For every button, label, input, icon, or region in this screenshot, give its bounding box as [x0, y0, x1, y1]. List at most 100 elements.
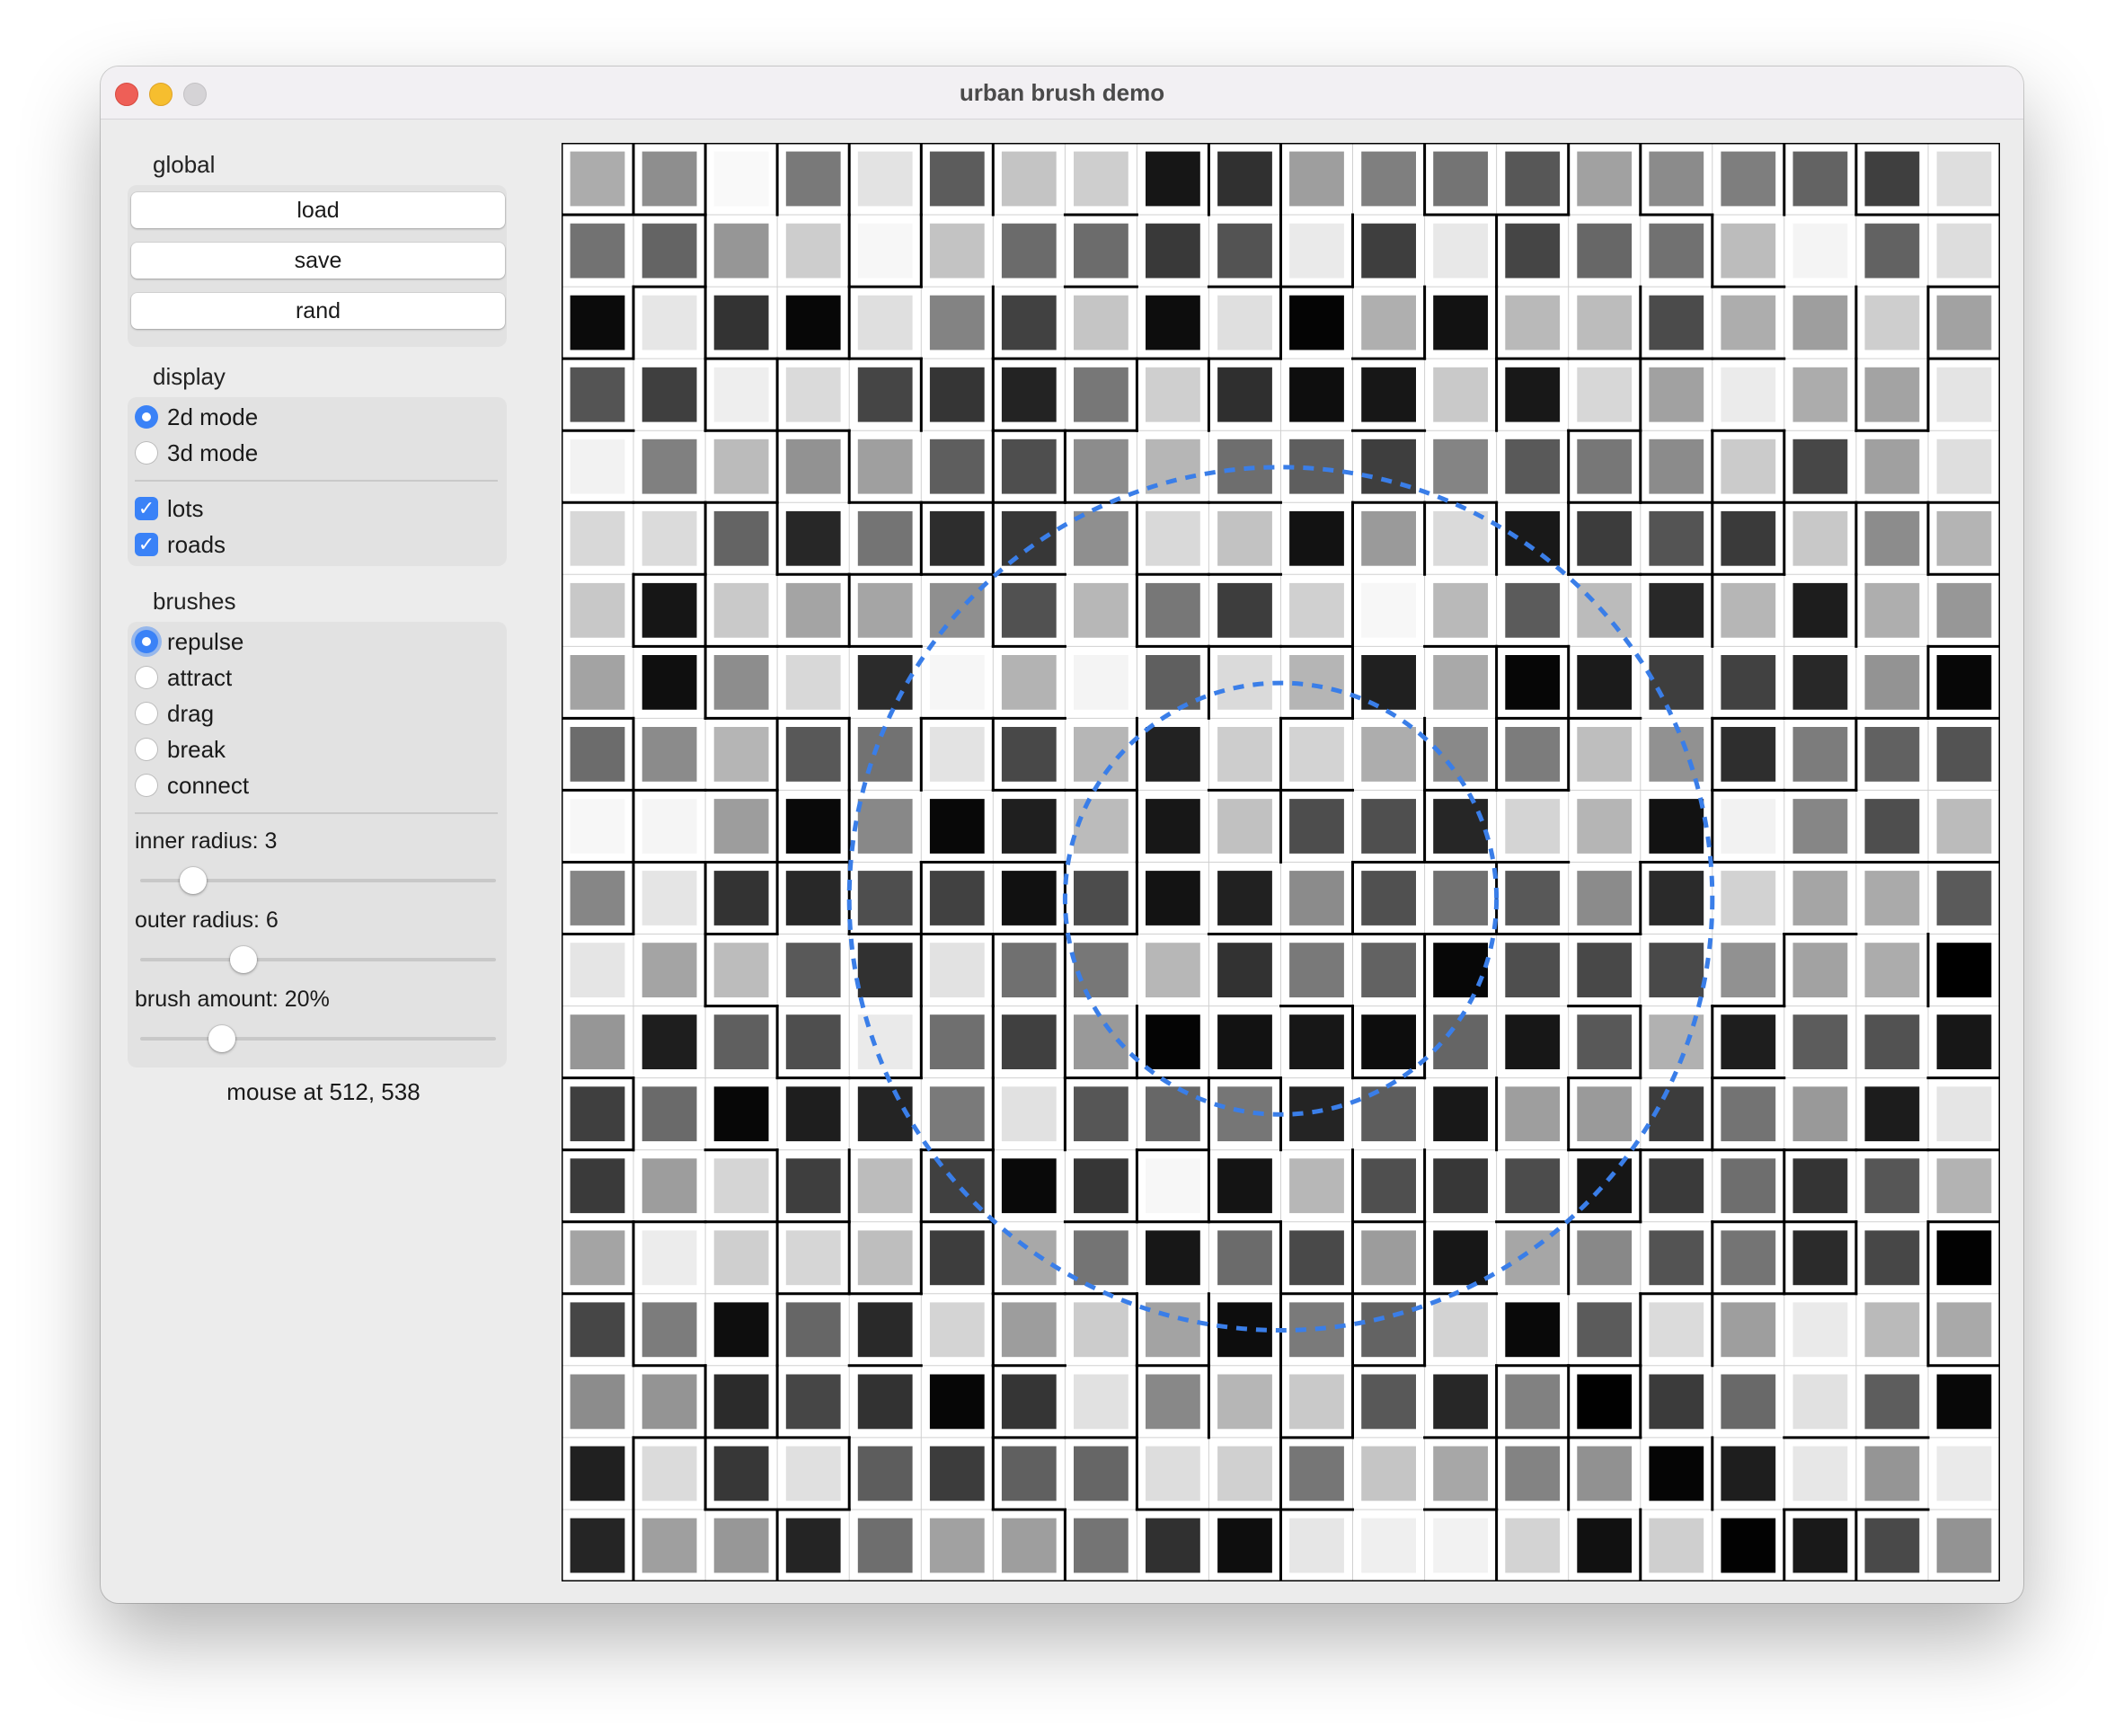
lot-square: [785, 1158, 841, 1214]
lot-square: [1577, 1230, 1633, 1286]
lots-checkbox[interactable]: ✓ lots: [135, 494, 203, 523]
3d-mode-label: 3d mode: [167, 438, 259, 466]
lot-square: [1217, 582, 1272, 638]
lot-square: [1505, 871, 1561, 926]
lot-square: [1433, 1374, 1488, 1430]
lot-square: [1433, 1230, 1488, 1286]
lot-square: [1864, 943, 1920, 997]
roads-checkbox[interactable]: ✓ roads: [135, 530, 226, 559]
lot-square: [1433, 438, 1488, 494]
lot-square: [1217, 1374, 1272, 1430]
3d-mode-radio[interactable]: 3d mode: [135, 438, 258, 467]
lot-square: [1361, 151, 1416, 207]
lot-square: [1001, 799, 1057, 854]
lot-square: [857, 799, 913, 854]
outer-radius-label: outer radius: 6: [135, 908, 279, 933]
lot-square: [1074, 295, 1128, 350]
city-canvas[interactable]: [562, 143, 2000, 1581]
lot-square: [785, 1446, 841, 1501]
brush-drag-radio[interactable]: drag: [135, 699, 214, 728]
lot-square: [1074, 1446, 1128, 1501]
lot-square: [1505, 1518, 1561, 1573]
lot-grid[interactable]: [562, 143, 2000, 1581]
lot-square: [785, 655, 841, 710]
lot-square: [1217, 510, 1272, 566]
lot-square: [1001, 295, 1057, 350]
lot-square: [1577, 367, 1633, 422]
lot-square: [1001, 1086, 1057, 1142]
save-button[interactable]: save: [131, 243, 505, 279]
brush-amount-slider[interactable]: [140, 1037, 496, 1041]
lot-square: [785, 151, 841, 207]
lot-square: [1864, 223, 1920, 279]
outer-radius-slider[interactable]: [140, 958, 496, 961]
lot-square: [1649, 151, 1704, 207]
lot-square: [1721, 438, 1776, 494]
lot-square: [785, 367, 841, 422]
lot-square: [1792, 727, 1848, 782]
lot-square: [570, 510, 625, 566]
lot-square: [570, 438, 625, 494]
lot-square: [785, 1302, 841, 1358]
lot-square: [1505, 1086, 1561, 1142]
lot-square: [642, 1014, 697, 1069]
rand-button[interactable]: rand: [131, 293, 505, 329]
app-window: urban brush demo global load save rand d…: [101, 66, 2023, 1603]
lot-square: [1289, 871, 1344, 926]
lot-square: [642, 799, 697, 854]
lot-square: [713, 1446, 769, 1501]
lot-square: [1433, 582, 1488, 638]
brush-attract-radio[interactable]: attract: [135, 663, 232, 692]
lot-square: [642, 1518, 697, 1573]
lot-square: [1001, 871, 1057, 926]
lot-square: [570, 1518, 625, 1573]
lot-square: [1936, 1086, 1992, 1142]
lot-square: [1361, 727, 1416, 782]
lot-square: [1792, 1302, 1848, 1358]
lot-square: [1649, 799, 1704, 854]
lot-square: [1864, 438, 1920, 494]
lot-square: [1433, 510, 1488, 566]
2d-mode-radio[interactable]: 2d mode: [135, 403, 258, 431]
lot-square: [1721, 799, 1776, 854]
lot-square: [1721, 1374, 1776, 1430]
lot-square: [1864, 799, 1920, 854]
brush-repulse-radio[interactable]: repulse: [135, 627, 243, 656]
lot-square: [1433, 1518, 1488, 1573]
lot-square: [1146, 151, 1200, 207]
lot-square: [1864, 582, 1920, 638]
lot-square: [1001, 151, 1057, 207]
brush-amount-slider-thumb[interactable]: [208, 1025, 236, 1052]
attract-label: attract: [167, 663, 233, 691]
lot-square: [1217, 151, 1272, 207]
lot-square: [929, 367, 985, 422]
lot-square: [857, 223, 913, 279]
lot-square: [857, 943, 913, 997]
outer-radius-slider-thumb[interactable]: [229, 946, 257, 973]
lot-square: [1864, 727, 1920, 782]
lot-square: [1936, 582, 1992, 638]
lot-square: [1936, 223, 1992, 279]
lot-square: [570, 1302, 625, 1358]
lot-square: [1217, 799, 1272, 854]
lot-square: [1649, 510, 1704, 566]
lot-square: [1217, 1014, 1272, 1069]
lot-square: [1074, 655, 1128, 710]
lot-square: [1074, 367, 1128, 422]
brush-break-radio[interactable]: break: [135, 735, 226, 764]
lot-square: [1864, 1086, 1920, 1142]
lot-square: [1001, 223, 1057, 279]
lot-square: [929, 655, 985, 710]
inner-radius-slider-thumb[interactable]: [180, 867, 208, 894]
load-button[interactable]: load: [131, 192, 505, 228]
brush-connect-radio[interactable]: connect: [135, 771, 249, 800]
lot-square: [1001, 438, 1057, 494]
lot-square: [1289, 799, 1344, 854]
lot-square: [1001, 367, 1057, 422]
lot-square: [1146, 510, 1200, 566]
lot-square: [1936, 871, 1992, 926]
lot-square: [1721, 151, 1776, 207]
lot-square: [1864, 510, 1920, 566]
lot-square: [1074, 510, 1128, 566]
lot-square: [1505, 1014, 1561, 1069]
